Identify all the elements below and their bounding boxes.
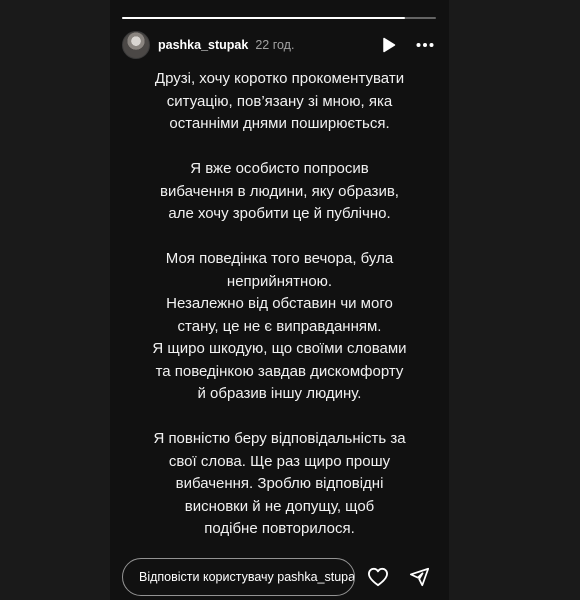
story-line: але хочу зробити це й публічно.	[168, 205, 391, 222]
post-time: 22 год.	[255, 38, 295, 52]
story-progress-fill	[122, 17, 405, 19]
story-line: Я вже особисто попросив	[190, 160, 369, 177]
story-line: подібне повторилося.	[204, 520, 355, 537]
story-line: ситуацію, пов’язану зі мною, яка	[166, 92, 393, 110]
story-line: Друзі, хочу коротко прокоментувати	[154, 70, 405, 87]
story-line: висновки й не допущу, щоб	[184, 497, 375, 515]
story-line: неприйнятною.	[226, 272, 333, 290]
story-line: Моя поведінка того вечора, була	[165, 250, 394, 267]
story-paragraph: Я повністю беру відповідальність за свої …	[130, 428, 429, 541]
story-paragraph: Друзі, хочу коротко прокоментувати ситуац…	[130, 68, 429, 136]
story-progress-bar	[122, 17, 436, 19]
more-icon[interactable]	[416, 42, 434, 48]
story-paragraph: Я вже особисто попросив вибачення в людин…	[130, 158, 429, 226]
heart-icon[interactable]	[367, 567, 389, 587]
story-line: Я щиро шкодую, що своїми словами	[152, 340, 407, 357]
send-icon[interactable]	[409, 567, 430, 587]
story-line: вибачення в людини, яку образив,	[160, 182, 399, 200]
author-username[interactable]: pashka_stupak	[158, 38, 248, 52]
story-line: Я повністю беру відповідальність за	[153, 430, 406, 447]
header-actions	[382, 37, 434, 53]
story-line: вибачення. Зроблю відповідні	[175, 475, 384, 492]
story-line: стану, це не є виправданням.	[177, 317, 382, 335]
story-line: Незалежно від обставин чи мого	[166, 295, 393, 312]
story-text: Друзі, хочу коротко прокоментувати ситуац…	[130, 68, 429, 563]
story-line: й образив іншу людину.	[197, 385, 362, 402]
story-line: свої слова. Ще раз щиро прошу	[168, 452, 391, 470]
play-icon[interactable]	[382, 37, 396, 53]
story-viewer[interactable]: pashka_stupak 22 год. Друзі, хочу коротк…	[110, 0, 449, 600]
footer-actions	[367, 567, 430, 587]
story-line: та поведінкою завдав дискомфорту	[155, 362, 404, 380]
reply-input[interactable]: Відповісти користувачу pashka_stupak...	[122, 558, 355, 596]
story-header: pashka_stupak 22 год.	[122, 31, 436, 59]
page: pashka_stupak 22 год. Друзі, хочу коротк…	[0, 0, 580, 600]
story-line: останніми днями поширюється.	[169, 115, 390, 132]
story-footer: Відповісти користувачу pashka_stupak...	[122, 557, 436, 597]
avatar[interactable]	[122, 31, 150, 59]
story-paragraph: Моя поведінка того вечора, була неприйнят…	[130, 248, 429, 406]
